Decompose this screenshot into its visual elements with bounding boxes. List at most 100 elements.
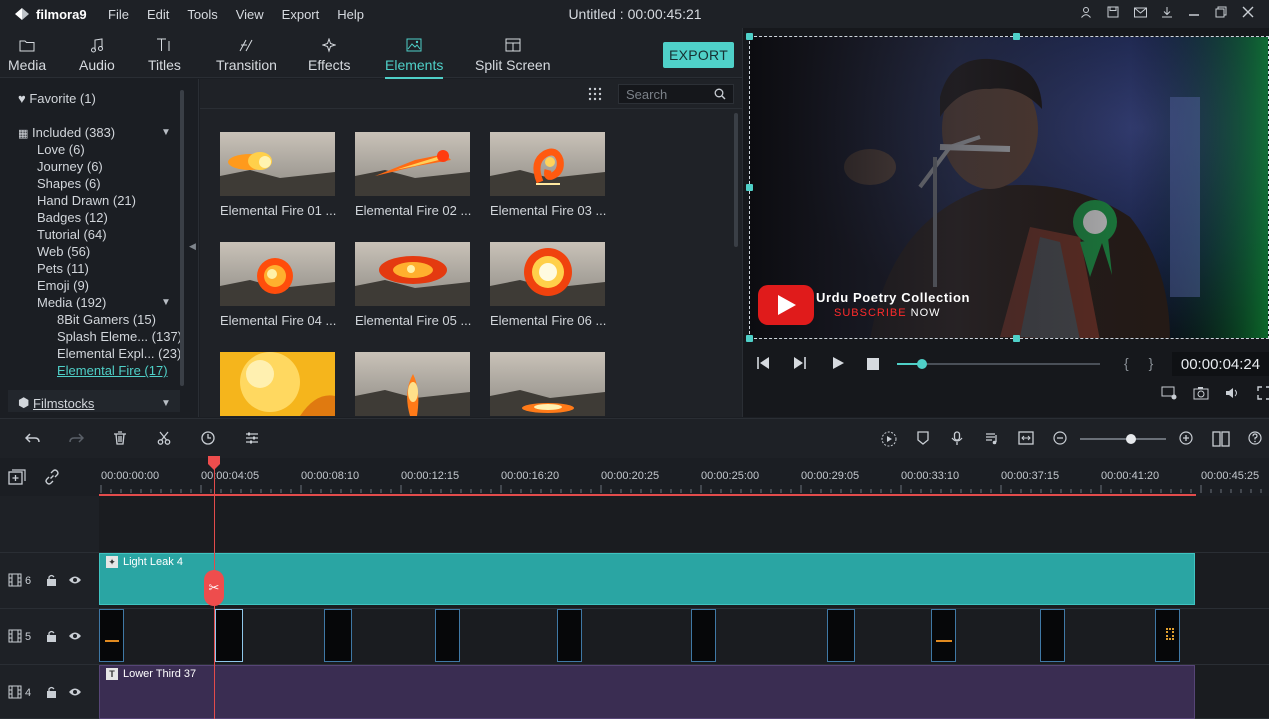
fire-element-clip[interactable] [827,609,855,662]
resize-handle[interactable] [746,184,753,191]
track-layout-icon[interactable] [1212,431,1230,450]
camera-icon[interactable] [1193,386,1209,403]
fire-element-clip[interactable] [557,609,582,662]
category-item[interactable]: Tutorial (64) [37,227,107,242]
lock-icon[interactable] [46,574,57,589]
lower-third-clip[interactable]: T Lower Third 37 [99,665,1195,719]
menu-view[interactable]: View [236,7,264,22]
light-leak-clip[interactable]: ✦ Light Leak 4 [99,553,1195,605]
save-icon[interactable] [1106,5,1120,19]
grid-scrollbar[interactable] [734,113,738,247]
scissors-icon[interactable] [157,431,171,448]
element-thumbnail[interactable] [355,242,470,306]
search-input[interactable] [626,86,714,102]
render-preview-icon[interactable] [881,431,897,450]
link-icon[interactable] [44,469,60,488]
tab-split-screen[interactable]: Split Screen [475,36,550,73]
stop-icon[interactable] [867,357,879,373]
display-settings-icon[interactable] [1161,386,1177,403]
fire-element-clip-selected[interactable] [215,609,243,662]
eye-icon[interactable] [68,574,82,588]
grid-view-icon[interactable] [588,87,602,101]
close-icon[interactable] [1241,5,1255,19]
timeline-ruler[interactable]: 00:00:00:00 00:00:04:05 00:00:08:10 00:0… [99,458,1269,496]
category-item[interactable]: Hand Drawn (21) [37,193,136,208]
category-item[interactable]: Badges (12) [37,210,108,225]
fire-element-clip[interactable] [691,609,716,662]
tab-audio[interactable]: Audio [79,36,115,73]
split-scissors-icon[interactable]: ✂ [204,570,224,606]
user-icon[interactable] [1079,5,1093,19]
menu-edit[interactable]: Edit [147,7,169,22]
mail-icon[interactable] [1133,5,1147,19]
resize-handle[interactable] [746,33,753,40]
tab-effects[interactable]: Effects [308,36,351,73]
marker-icon[interactable] [917,431,929,448]
panel-collapse-handle[interactable]: ◀ [187,79,199,417]
zoom-out-icon[interactable] [1053,431,1067,448]
volume-icon[interactable] [1225,386,1241,403]
element-thumbnail[interactable] [220,242,335,306]
category-media[interactable]: Media (192) [37,295,106,310]
fire-element-clip[interactable] [324,609,352,662]
element-thumbnail[interactable] [490,242,605,306]
download-icon[interactable] [1160,5,1174,19]
category-item[interactable]: Emoji (9) [37,278,89,293]
search-icon[interactable] [714,88,726,100]
microphone-icon[interactable] [951,431,963,449]
element-thumbnail[interactable] [490,132,605,196]
minimize-icon[interactable] [1187,5,1201,19]
fire-element-clip[interactable] [435,609,460,662]
category-subitem-selected[interactable]: Elemental Fire (17) [57,363,168,378]
timeline-zoom-knob[interactable] [1126,434,1136,444]
fit-timeline-icon[interactable] [1018,431,1034,448]
eye-icon[interactable] [68,630,82,644]
element-thumbnail[interactable] [490,352,605,416]
preview-scrubber[interactable] [897,363,1100,365]
category-item[interactable]: Journey (6) [37,159,103,174]
help-icon[interactable] [1248,431,1262,448]
element-thumbnail[interactable] [355,132,470,196]
fire-element-clip[interactable] [1040,609,1065,662]
export-button[interactable]: EXPORT [663,42,734,68]
lock-icon[interactable] [46,630,57,645]
zoom-in-icon[interactable] [1179,431,1193,448]
menu-export[interactable]: Export [282,7,320,22]
element-thumbnail[interactable] [220,352,335,416]
add-track-icon[interactable] [8,469,26,488]
chevron-down-icon[interactable]: ▼ [161,398,171,409]
fullscreen-icon[interactable] [1257,386,1269,403]
chevron-down-icon[interactable]: ▼ [161,127,171,138]
category-subitem[interactable]: Splash Eleme... (137) [57,329,182,344]
fire-element-clip[interactable] [931,609,956,662]
category-subitem[interactable]: 8Bit Gamers (15) [57,312,156,327]
category-scrollbar[interactable] [180,90,184,386]
element-thumbnail[interactable] [220,132,335,196]
timeline-zoom-slider[interactable] [1080,438,1166,440]
resize-handle[interactable] [1013,33,1020,40]
category-included[interactable]: ▦ Included (383) [18,125,115,140]
step-back-icon[interactable] [756,356,770,373]
track-5[interactable] [99,609,1269,665]
tab-transition[interactable]: Transition [216,36,277,73]
category-item[interactable]: Shapes (6) [37,176,101,191]
undo-icon[interactable] [24,431,41,448]
menu-tools[interactable]: Tools [187,7,217,22]
element-thumbnail[interactable] [355,352,470,416]
menu-file[interactable]: File [108,7,129,22]
track-empty-area[interactable] [99,496,1269,553]
preview-scrubber-knob[interactable] [917,359,927,369]
eye-icon[interactable] [68,686,82,700]
mark-in-out-braces[interactable]: { } [1124,355,1161,371]
fire-element-clip[interactable] [1155,609,1180,662]
category-item[interactable]: Web (56) [37,244,90,259]
step-forward-icon[interactable] [793,356,807,373]
fire-element-clip[interactable] [99,609,124,662]
chevron-down-icon[interactable]: ▼ [161,297,171,308]
category-item[interactable]: Pets (11) [37,261,89,276]
category-subitem[interactable]: Elemental Expl... (23) [57,346,181,361]
tab-elements[interactable]: Elements [385,36,444,79]
category-item[interactable]: Love (6) [37,142,85,157]
lock-icon[interactable] [46,686,57,701]
resize-handle[interactable] [1013,335,1020,342]
